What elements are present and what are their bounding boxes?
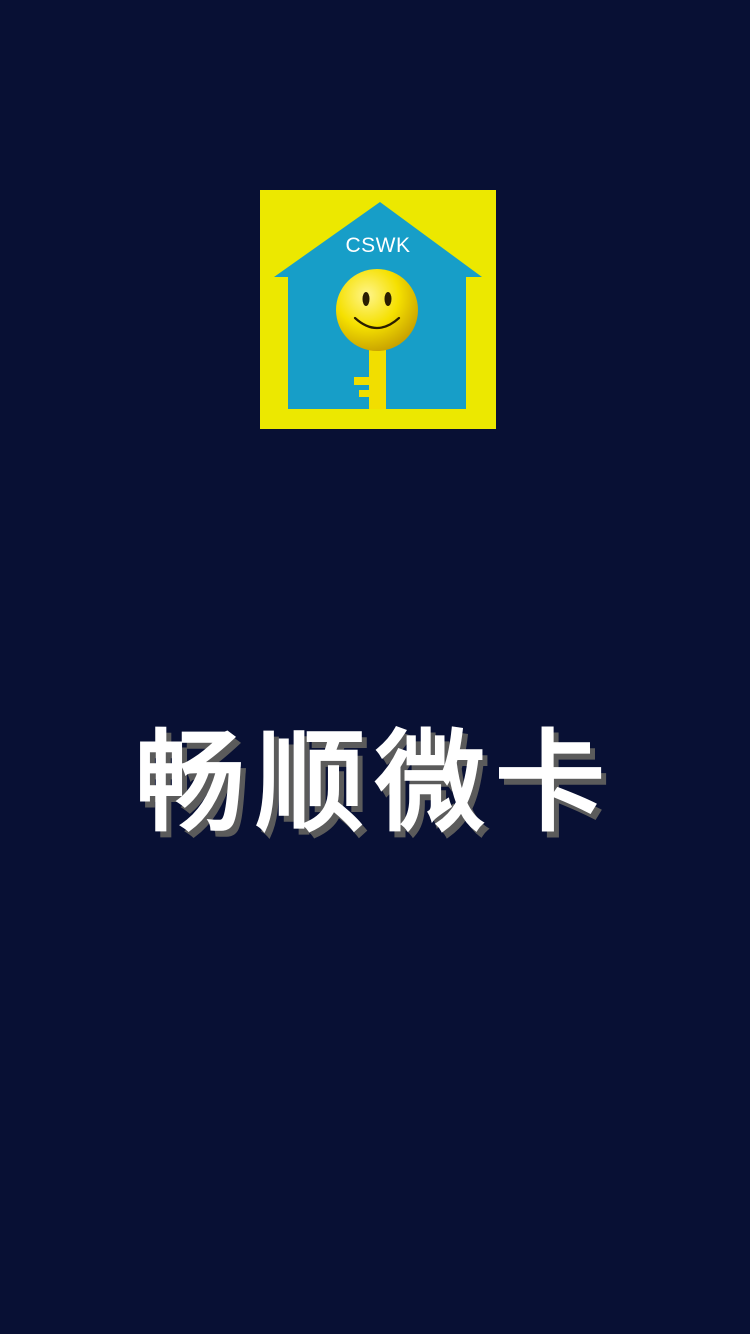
splash-screen: CSWK 畅顺微卡 [0, 0, 750, 1334]
logo-text: CSWK [345, 234, 411, 257]
app-name-title: 畅顺微卡 [135, 719, 615, 847]
house-key-smiley-icon [274, 202, 482, 409]
app-logo: CSWK [260, 190, 496, 429]
